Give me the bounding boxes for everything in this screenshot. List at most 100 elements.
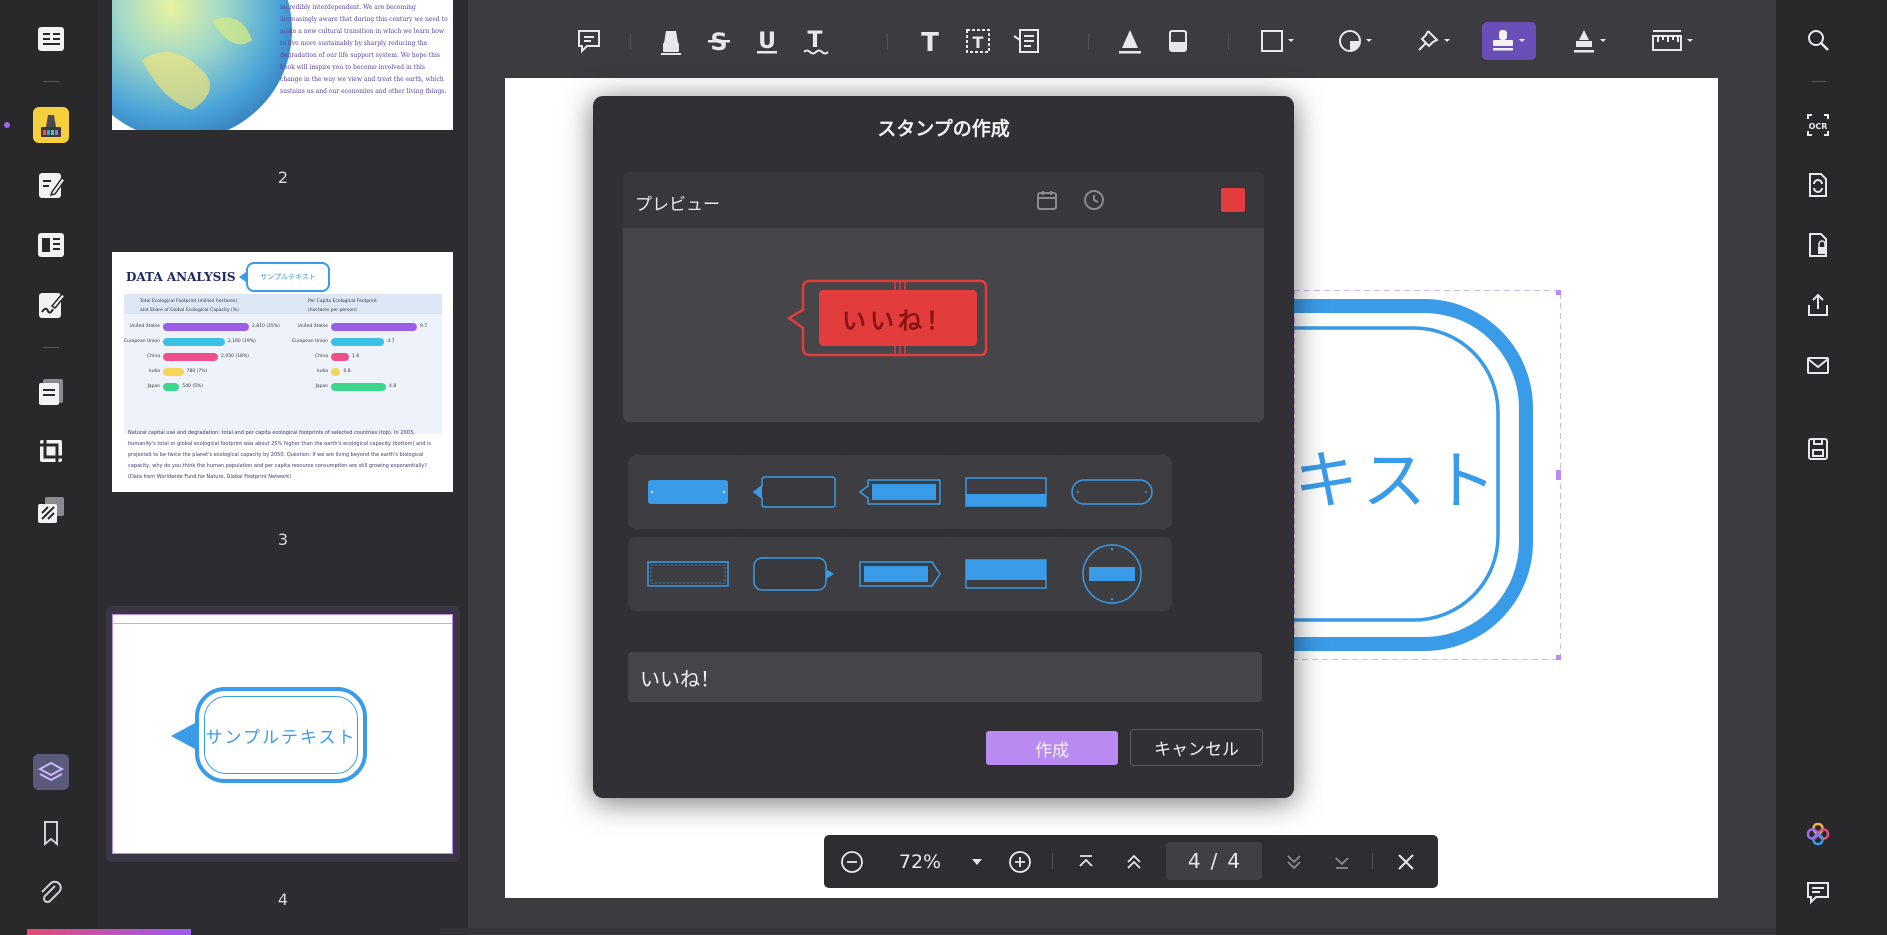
edit-pdf-icon[interactable] [33,167,69,203]
thumbnail-page-4[interactable]: サンプルテキスト [112,614,453,854]
horizontal-scrollbar[interactable] [440,928,1776,934]
total-pages: 4 [1227,849,1241,873]
area-highlight-icon[interactable] [1326,14,1386,68]
protect-file-icon[interactable] [1794,221,1842,269]
zoom-out-icon[interactable] [830,835,874,888]
svg-text:T: T [807,28,822,53]
bar-row-label: Japan [315,384,328,389]
left-separator [43,81,59,82]
page4-stamp-text: サンプルテキスト [204,696,358,774]
page4-stamp-pointer [171,723,195,749]
comment-mode-icon[interactable] [33,107,69,143]
preview-stamp-text: いいね！ [842,306,954,335]
thumbnail-page-3[interactable]: DATA ANALYSIS サンプルテキスト Total Ecological … [112,252,453,492]
fill-sign-icon[interactable] [33,287,69,323]
bar-row-value: 0.8 [343,369,351,374]
thumbnail-page-2[interactable]: incredibly interdependent. We are becomi… [112,0,453,130]
stamp-icon[interactable] [1482,22,1536,60]
convert-file-icon[interactable] [1794,161,1842,209]
text-icon[interactable]: T [906,14,954,68]
app-window: incredibly interdependent. We are becomi… [0,0,1887,935]
selected-stamp[interactable]: キスト [1294,290,1561,660]
stamp-template-3[interactable] [840,455,960,529]
stamp-canvas-text: キスト [1294,445,1503,519]
zoom-in-icon[interactable] [998,835,1042,888]
stamp-text-input[interactable] [628,652,1262,702]
page2-body-text: incredibly interdependent. We are becomi… [280,4,448,95]
bar-row-bar [163,383,180,391]
save-icon[interactable] [1794,425,1842,473]
stamp-template-2[interactable] [734,455,854,529]
convert-icon[interactable] [33,374,69,410]
dialog-title: スタンプの作成 [877,118,1010,140]
bar-row-value: 9.7 [420,324,428,329]
previous-page-icon[interactable] [1112,835,1156,888]
crop-icon[interactable] [33,433,69,469]
next-page-icon[interactable] [1272,835,1316,888]
ocr-icon[interactable]: OCR [1794,101,1842,149]
protect-icon[interactable] [33,492,69,528]
stamp-template-6[interactable] [628,537,748,611]
bar-row-label: European Union [292,339,328,344]
textbox-icon[interactable]: T [954,14,1002,68]
cancel-button[interactable]: キャンセル [1130,729,1263,766]
comments-panel-icon[interactable] [1794,868,1842,916]
mail-icon[interactable] [1794,341,1842,389]
search-icon[interactable] [1794,16,1842,64]
measure-icon[interactable] [1638,14,1708,68]
signature-icon[interactable] [1560,14,1620,68]
bar-row-bar [331,338,385,346]
zoom-level[interactable]: 72% [878,835,962,888]
zoom-dropdown-icon[interactable] [962,835,992,888]
right-separator [1812,81,1826,82]
calendar-icon[interactable] [1035,188,1059,212]
reader-mode-icon[interactable] [33,21,69,57]
close-nav-icon[interactable] [1384,835,1428,888]
stamp-template-5[interactable] [1052,455,1172,529]
bar-row-value: 4.7 [387,339,395,344]
page-indicator[interactable]: 4 / 4 [1166,842,1262,880]
pencil-icon[interactable] [1106,14,1154,68]
bar-row-value: 540 (5%) [182,384,203,389]
page-number-2: 2 [277,168,289,187]
eraser-icon[interactable] [1154,14,1202,68]
attachment-icon[interactable] [33,875,69,911]
bookmark-icon[interactable] [33,815,69,851]
create-stamp-dialog: スタンプの作成 プレビュー いいね！ いいね！ 作成 キャンセル [593,96,1294,798]
bar-row-label: China [147,354,160,359]
clock-icon[interactable] [1082,188,1106,212]
stamp-template-1[interactable] [628,455,748,529]
current-page: 4 [1187,849,1201,873]
bar-row-bar [163,353,219,361]
legend-left-2: and Share of Global Ecological Capacity … [140,308,239,313]
shape-icon[interactable] [1248,14,1308,68]
pin-icon[interactable] [1404,14,1464,68]
stamp-template-10[interactable] [1052,537,1172,611]
page3-stamp-bubble: サンプルテキスト [246,262,330,292]
ai-assistant-icon[interactable] [1794,810,1842,858]
create-button[interactable]: 作成 [986,731,1118,765]
underline-icon[interactable]: U [743,14,791,68]
highlight-icon[interactable] [647,14,695,68]
bar-row-bar [331,323,417,331]
bar-row-bar [331,353,350,361]
page4-top-rule [113,623,452,624]
stamp-template-8[interactable] [840,537,960,611]
layers-icon[interactable] [33,754,69,790]
strikethrough-icon[interactable]: S [695,14,743,68]
share-icon[interactable] [1794,281,1842,329]
last-page-icon[interactable] [1320,835,1364,888]
comment-icon[interactable] [565,14,613,68]
squiggly-icon[interactable]: T [791,14,839,68]
text-callout-icon[interactable] [1002,14,1050,68]
first-page-icon[interactable] [1064,835,1108,888]
bar-row-bar [163,368,184,376]
stamp-template-7[interactable] [734,537,854,611]
bar-row-label: United States [129,324,160,329]
toolbar-separator [1088,34,1089,50]
stamp-template-4[interactable] [946,455,1066,529]
color-swatch[interactable] [1221,188,1245,212]
organize-pages-icon[interactable] [33,227,69,263]
stamp-template-9[interactable] [946,537,1066,611]
brand-gradient-bar [27,929,191,935]
